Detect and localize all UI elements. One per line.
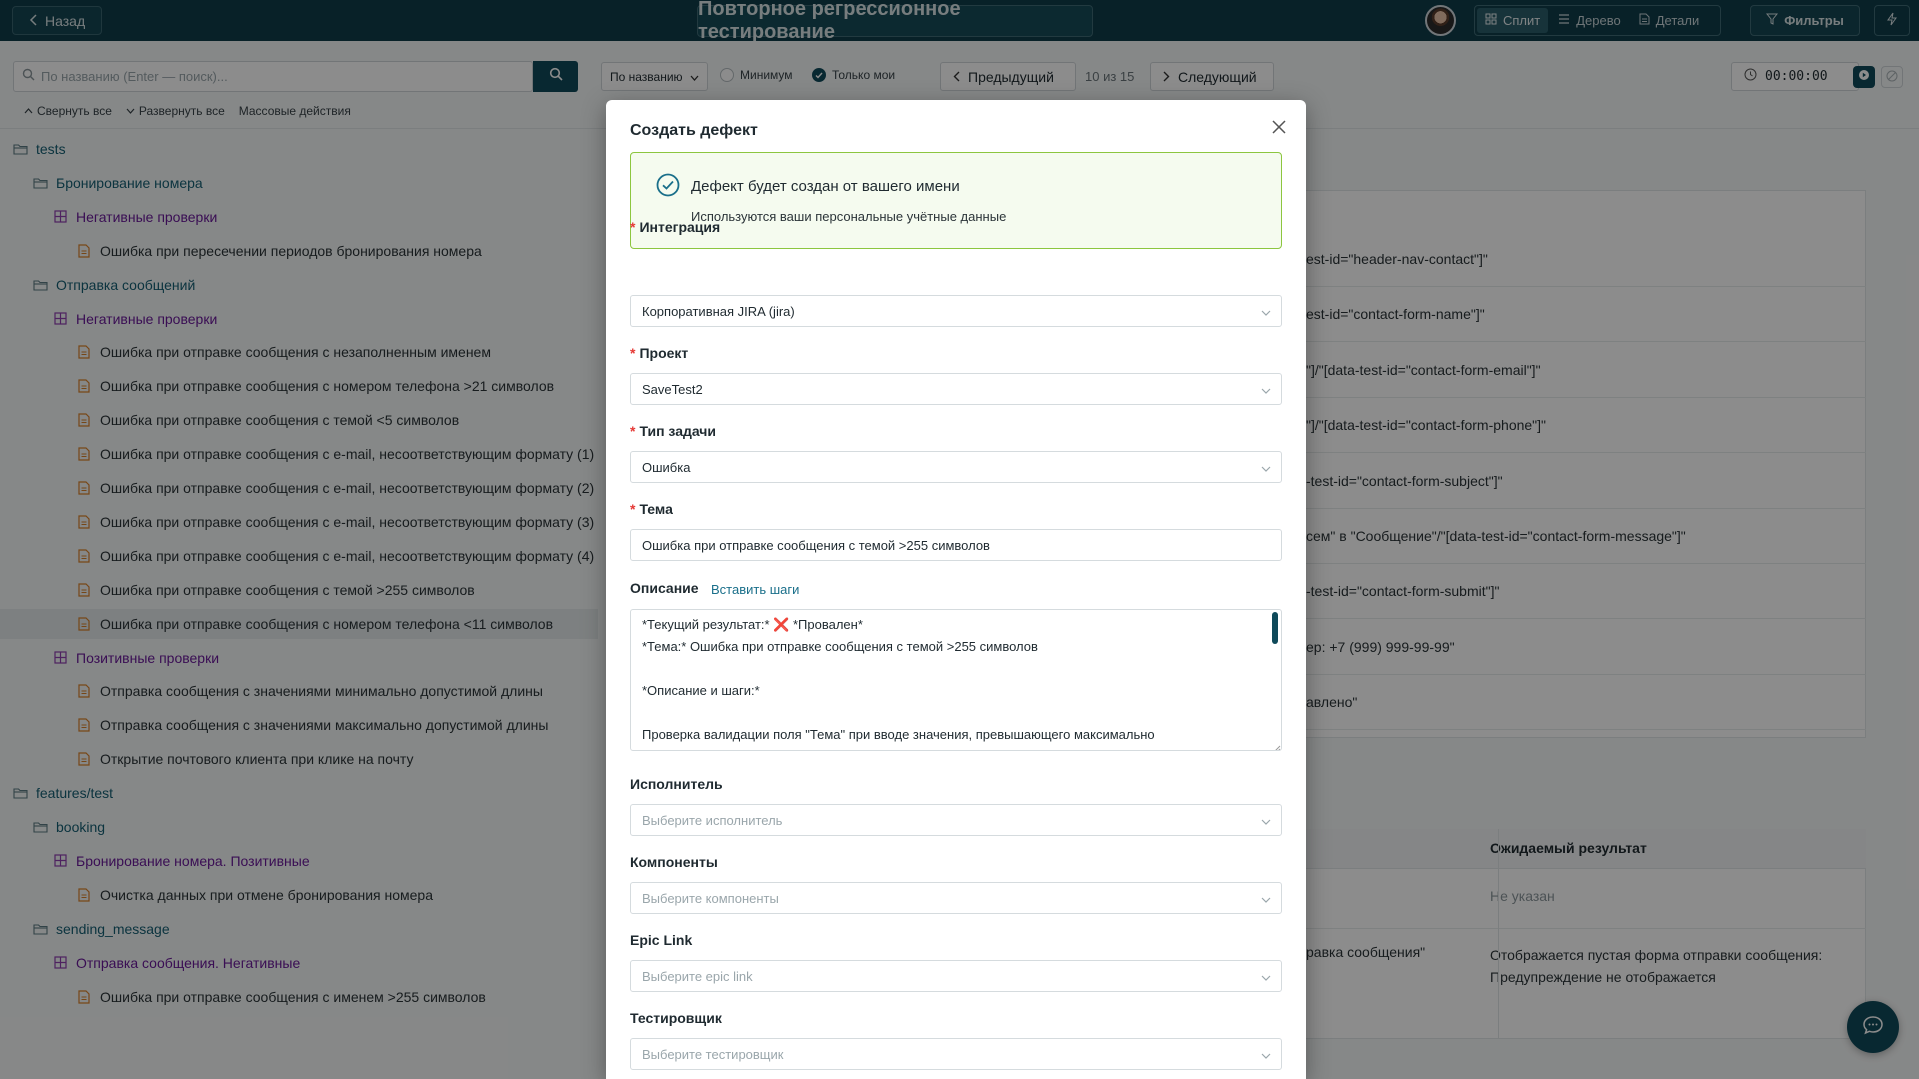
epic-link-select[interactable]: Выберите epic link	[630, 960, 1282, 992]
project-select[interactable]: SaveTest2	[630, 373, 1282, 405]
project-value: SaveTest2	[642, 381, 703, 397]
chevron-down-icon	[1261, 460, 1271, 475]
description-line: *Тема:* Ошибка при отправке сообщения с …	[642, 639, 1038, 654]
chevron-down-icon	[1261, 891, 1271, 906]
resize-handle-icon[interactable]	[1271, 740, 1281, 750]
subject-label: * Тема	[630, 501, 673, 517]
create-defect-modal: Создать дефект Дефект будет создан от ва…	[606, 100, 1306, 1079]
epic-link-label: Epic Link	[630, 932, 693, 948]
components-label: Компоненты	[630, 854, 718, 870]
description-line: Проверка валидации поля "Тема" при вводе…	[642, 727, 1155, 742]
insert-steps-link[interactable]: Вставить шаги	[711, 582, 799, 597]
scrollbar-thumb[interactable]	[1272, 612, 1278, 644]
chevron-down-icon	[1261, 813, 1271, 828]
close-icon	[1272, 119, 1286, 139]
description-textarea[interactable]: *Текущий результат:* ❌ *Провален* *Тема:…	[630, 609, 1282, 751]
integration-select[interactable]: Корпоративная JIRA (jira)	[630, 295, 1282, 327]
description-line: *Описание и шаги:*	[642, 683, 760, 698]
project-label: * Проект	[630, 345, 689, 361]
identity-notice: Дефект будет создан от вашего имени Испо…	[630, 152, 1282, 249]
integration-value: Корпоративная JIRA (jira)	[642, 303, 795, 319]
subject-input[interactable]	[630, 529, 1282, 561]
components-select[interactable]: Выберите компоненты	[630, 882, 1282, 914]
tester-placeholder: Выберите тестировщик	[642, 1046, 784, 1062]
chevron-down-icon	[1261, 382, 1271, 397]
notice-title: Дефект будет создан от вашего имени	[691, 178, 960, 195]
assignee-placeholder: Выберите исполнитель	[642, 812, 783, 828]
task-type-value: Ошибка	[642, 459, 691, 475]
notice-subtitle: Используются ваши персональные учётные д…	[691, 209, 1007, 224]
check-circle-icon	[656, 173, 680, 197]
description-label: Описание	[630, 580, 699, 596]
tester-select[interactable]: Выберите тестировщик	[630, 1038, 1282, 1070]
components-placeholder: Выберите компоненты	[642, 890, 779, 906]
assignee-label: Исполнитель	[630, 776, 723, 792]
tester-label: Тестировщик	[630, 1010, 722, 1026]
chevron-down-icon	[1261, 1047, 1271, 1062]
task-type-label: * Тип задачи	[630, 423, 717, 439]
close-button[interactable]	[1266, 116, 1292, 142]
chevron-down-icon	[1261, 969, 1271, 984]
epic-link-placeholder: Выберите epic link	[642, 968, 753, 984]
chevron-down-icon	[1261, 304, 1271, 319]
task-type-select[interactable]: Ошибка	[630, 451, 1282, 483]
assignee-select[interactable]: Выберите исполнитель	[630, 804, 1282, 836]
description-line: *Текущий результат:* ❌ *Провален*	[642, 617, 863, 632]
modal-title: Создать дефект	[630, 122, 758, 139]
integration-label: * Интеграция	[630, 219, 721, 235]
